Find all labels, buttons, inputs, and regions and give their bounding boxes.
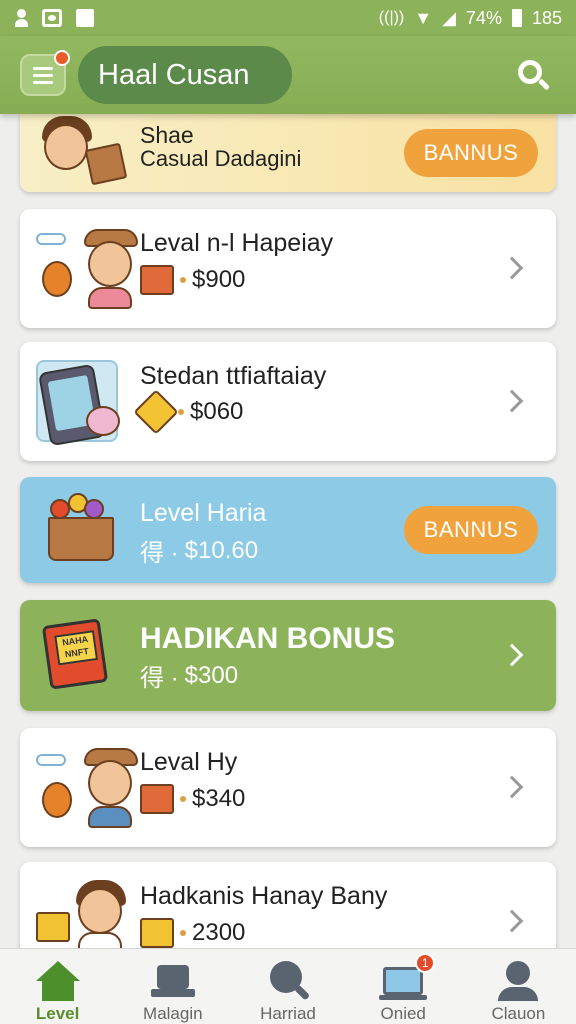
list-item-stedan[interactable]: Stedan ttfiaftaiay $060 [20,342,556,461]
person-icon [494,959,542,1002]
bonus-button[interactable]: BANNUS [404,506,538,554]
signal-icon: ◢ [442,7,456,28]
item-subtitle: Casual Dadagini [140,146,302,171]
item-title: Hadkanis Hanay Bany [140,882,388,910]
chevron-right-icon [500,256,524,280]
list-item-casual[interactable]: Shae Casual Dadagini BANNUS [20,112,556,192]
item-price: $340 [192,785,246,812]
item-prefix: 得 · [140,665,179,692]
item-title: HADIKAN BONUS [140,622,395,655]
gift-box-icon [140,265,174,295]
battery-icon [511,9,522,27]
list-item-leval-hy[interactable]: Leval Hy $340 [20,728,556,847]
girl-illustration-icon [36,112,136,192]
item-price: $060 [190,398,244,425]
monitor-icon: 1 [379,953,436,1002]
fruit-basket-icon [36,477,136,583]
nav-label: Level [35,1004,80,1023]
notification-status-icon [76,9,94,27]
home-icon [34,959,82,1002]
item-title: Leval n-l Hapeiay [140,229,334,257]
item-title: Stedan ttfiaftaiay [140,362,327,390]
farmer-illustration-icon [36,209,138,328]
book-label: NAHA NNFT [54,630,99,666]
nav-item-malagin[interactable]: Malagin [115,949,230,1024]
clock: 185 [531,7,562,28]
nav-label: Harriad [260,1004,316,1023]
item-title: Leval Hy [140,748,238,776]
nav-label: Malagin [143,1004,203,1023]
item-price: $300 [184,661,239,689]
badge-shield-icon [133,389,179,435]
item-price: $900 [192,266,246,293]
gift-box-icon [140,784,174,814]
camera-status-icon [42,9,62,27]
list-item-level-haria[interactable]: Level Haria 得 · $10.60 BANNUS [20,477,556,583]
chevron-right-icon [500,909,524,933]
nav-item-clauon[interactable]: Clauon [461,949,576,1024]
menu-notification-dot [54,50,70,66]
status-bar: ((|)) ▼ ◢ 74% 185 [0,0,576,36]
app-title: Haal Cusan [78,46,292,104]
nav-item-onied[interactable]: 1 Onied [346,949,461,1024]
item-title: Shae [140,122,194,148]
list-item-level[interactable]: Leval n-l Hapeiay $900 [20,209,556,328]
search-icon [264,959,312,1002]
chevron-right-icon [500,643,524,667]
list-item-bonus[interactable]: NAHA NNFT HADIKAN BONUS 得 · $300 [20,600,556,711]
chevron-right-icon [500,389,524,413]
battery-percent: 74% [465,7,502,28]
coin-box-icon [140,918,174,948]
nav-label: Onied [380,1004,426,1023]
nav-label: Clauon [491,1004,546,1023]
item-title: Level Haria [140,499,267,527]
search-button[interactable] [516,58,552,94]
item-price: $10.60 [184,536,259,564]
menu-button[interactable] [20,50,70,96]
app-header: Haal Cusan [0,36,576,114]
wifi-icon: ▼ [414,7,433,28]
nav-item-harriad[interactable]: Harriad [230,949,345,1024]
nav-item-level[interactable]: Level [0,949,115,1024]
laptop-icon [149,959,197,1002]
item-price: 2300 [192,919,246,946]
phone-illustration-icon [36,342,136,461]
bonus-button[interactable]: BANNUS [404,129,538,177]
farmer-illustration-icon [36,728,138,847]
bottom-navigation: Level Malagin Harriad 1 Onied Clauon [0,948,576,1024]
notification-badge: 1 [415,953,436,973]
vibrate-icon: ((|)) [378,9,405,26]
bonus-book-icon: NAHA NNFT [36,600,136,711]
chevron-right-icon [500,775,524,799]
account-status-icon [14,9,28,27]
hamburger-icon [33,66,53,70]
item-prefix: 得 · [140,540,179,567]
